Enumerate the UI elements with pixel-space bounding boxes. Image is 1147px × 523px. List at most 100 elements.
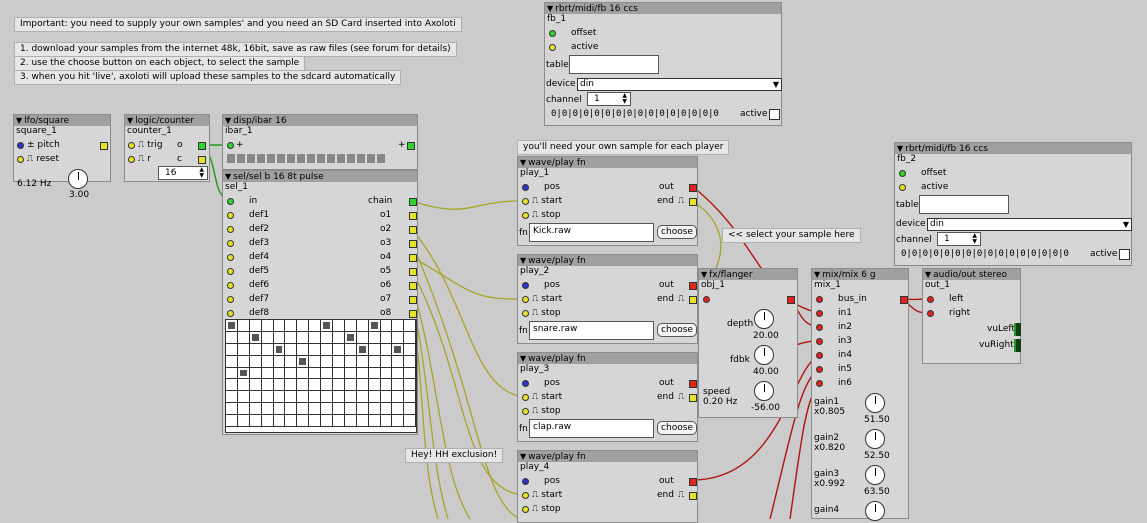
inlet-stop[interactable] (522, 408, 529, 415)
grid-cell[interactable] (381, 391, 393, 403)
grid-cell[interactable] (285, 379, 297, 391)
inlet-left[interactable] (927, 296, 934, 303)
grid-cell[interactable] (238, 320, 250, 332)
grid-cell[interactable] (404, 332, 416, 344)
outlet-c[interactable] (198, 156, 206, 164)
grid-cell[interactable] (274, 332, 286, 344)
object-header[interactable]: ▼wave/play fn (518, 353, 697, 364)
inlet-def5[interactable] (227, 268, 234, 275)
grid-cell[interactable] (250, 356, 262, 368)
grid-cell[interactable] (297, 344, 309, 356)
collapse-triangle-icon[interactable]: ▼ (814, 269, 820, 280)
grid-cell[interactable] (274, 356, 286, 368)
grid-cell[interactable] (285, 415, 297, 427)
grid-cell[interactable] (333, 403, 345, 415)
active-checkbox[interactable] (769, 109, 780, 120)
device-select[interactable]: din▼ (577, 78, 782, 91)
grid-cell[interactable] (357, 356, 369, 368)
grid-cell[interactable] (274, 344, 286, 356)
outlet-out[interactable] (689, 282, 697, 290)
grid-cell[interactable] (238, 415, 250, 427)
grid-cell[interactable] (381, 379, 393, 391)
grid-cell[interactable] (250, 320, 262, 332)
grid-cell[interactable] (345, 356, 357, 368)
grid-cell[interactable] (321, 356, 333, 368)
outlet-chain[interactable] (409, 198, 417, 206)
inlet-pos[interactable] (522, 184, 529, 191)
grid-cell[interactable] (404, 415, 416, 427)
grid-cell[interactable] (345, 391, 357, 403)
grid-cell[interactable] (357, 403, 369, 415)
grid-cell[interactable] (262, 368, 274, 380)
object-header[interactable]: ▼audio/out stereo (923, 269, 1020, 280)
grid-cell[interactable] (392, 391, 404, 403)
inlet-right[interactable] (927, 310, 934, 317)
grid-cell[interactable] (309, 344, 321, 356)
inlet-in2[interactable] (816, 324, 823, 331)
sel-sequencer-object[interactable]: ▼sel/sel b 16 8t pulse sel_1 in chain de… (222, 170, 418, 435)
grid-cell[interactable] (262, 403, 274, 415)
grid-cell[interactable] (369, 356, 381, 368)
grid-cell[interactable] (321, 332, 333, 344)
filename-field[interactable]: clap.raw (529, 419, 654, 438)
collapse-triangle-icon[interactable]: ▼ (547, 3, 553, 14)
table-field[interactable] (569, 55, 659, 74)
grid-cell[interactable] (297, 368, 309, 380)
outlet-end[interactable] (689, 492, 697, 500)
grid-cell[interactable] (238, 391, 250, 403)
grid-cell[interactable] (262, 320, 274, 332)
grid-cell[interactable] (369, 320, 381, 332)
grid-cell[interactable] (333, 344, 345, 356)
inlet-bus-in[interactable] (816, 296, 823, 303)
grid-cell[interactable] (392, 403, 404, 415)
grid-cell[interactable] (309, 320, 321, 332)
grid-cell[interactable] (381, 403, 393, 415)
grid-cell[interactable] (345, 344, 357, 356)
inlet-in1[interactable] (816, 310, 823, 317)
grid-cell[interactable] (238, 332, 250, 344)
grid-cell[interactable] (321, 391, 333, 403)
object-header[interactable]: ▼logic/counter (125, 115, 209, 126)
grid-cell[interactable] (321, 379, 333, 391)
grid-cell[interactable] (250, 368, 262, 380)
grid-cell[interactable] (381, 356, 393, 368)
grid-cell[interactable] (285, 320, 297, 332)
outlet-o6[interactable] (409, 282, 417, 290)
grid-cell[interactable] (309, 379, 321, 391)
inlet-active[interactable] (899, 184, 906, 191)
grid-cell[interactable] (345, 320, 357, 332)
inlet-in[interactable] (227, 142, 234, 149)
outlet-o8[interactable] (409, 310, 417, 318)
grid-cell[interactable] (226, 320, 238, 332)
grid-cell[interactable] (381, 344, 393, 356)
inlet-in5[interactable] (816, 366, 823, 373)
grid-cell[interactable] (404, 368, 416, 380)
grid-cell[interactable] (285, 332, 297, 344)
grid-cell[interactable] (297, 403, 309, 415)
object-header[interactable]: ▼lfo/square (14, 115, 110, 126)
outlet-end[interactable] (689, 394, 697, 402)
grid-cell[interactable] (309, 368, 321, 380)
midi-fb-object-1[interactable]: ▼rbrt/midi/fb 16 ccs fb_1 offset active … (544, 2, 782, 126)
collapse-triangle-icon[interactable]: ▼ (16, 115, 22, 126)
grid-cell[interactable] (238, 368, 250, 380)
inlet-in[interactable] (703, 296, 710, 303)
dropdown-arrow-icon[interactable]: ▼ (773, 79, 779, 90)
grid-cell[interactable] (381, 415, 393, 427)
grid-cell[interactable] (392, 332, 404, 344)
collapse-triangle-icon[interactable]: ▼ (225, 115, 231, 126)
speed-knob[interactable] (754, 381, 774, 401)
grid-cell[interactable] (345, 379, 357, 391)
filename-field[interactable]: snare.raw (529, 321, 654, 340)
grid-cell[interactable] (226, 332, 238, 344)
spinner-arrows-icon[interactable]: ▲▼ (972, 233, 977, 245)
grid-cell[interactable] (369, 344, 381, 356)
inlet-def4[interactable] (227, 254, 234, 261)
grid-cell[interactable] (238, 403, 250, 415)
grid-cell[interactable] (392, 415, 404, 427)
grid-cell[interactable] (262, 391, 274, 403)
grid-cell[interactable] (226, 344, 238, 356)
grid-cell[interactable] (226, 368, 238, 380)
grid-cell[interactable] (238, 344, 250, 356)
outlet-out[interactable] (900, 296, 908, 304)
